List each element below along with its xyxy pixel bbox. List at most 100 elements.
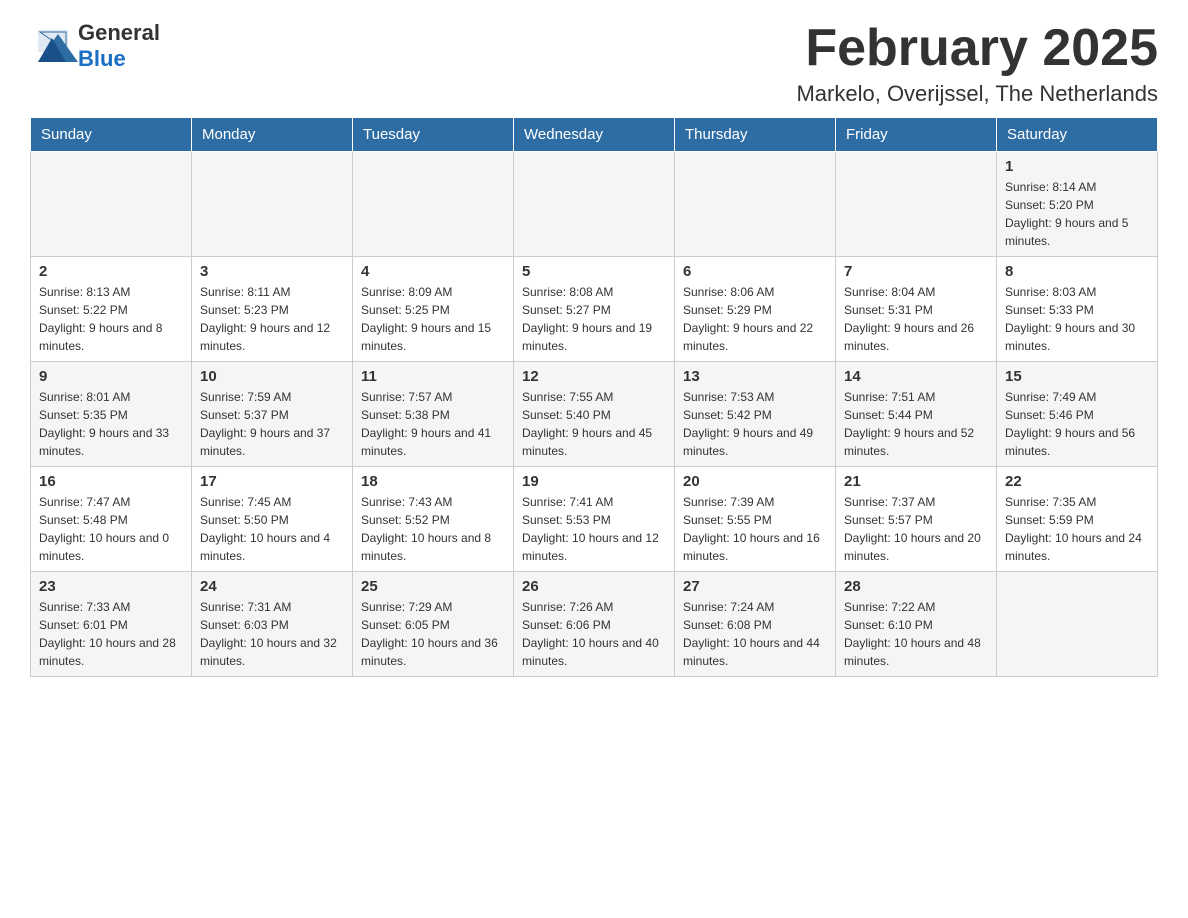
- calendar-cell: 17Sunrise: 7:45 AMSunset: 5:50 PMDayligh…: [192, 467, 353, 572]
- day-info: Sunrise: 7:26 AMSunset: 6:06 PMDaylight:…: [522, 598, 666, 670]
- calendar-cell: 4 Sunrise: 8:09 AMSunset: 5:25 PMDaylight…: [353, 257, 514, 362]
- month-title: February 2025: [796, 20, 1158, 77]
- day-of-week-header: Monday: [192, 118, 353, 152]
- day-number: 17: [200, 473, 344, 490]
- day-of-week-header: Saturday: [997, 118, 1158, 152]
- calendar-cell: 13 Sunrise: 7:53 AMSunset: 5:42 PMDayligh…: [675, 362, 836, 467]
- day-number: 9: [39, 368, 183, 385]
- day-info: Sunrise: 8:01 AMSunset: 5:35 PMDaylight:…: [39, 388, 183, 460]
- calendar-week-row: 2 Sunrise: 8:13 AMSunset: 5:22 PMDaylight…: [31, 257, 1158, 362]
- day-number: 6: [683, 263, 827, 280]
- calendar-cell: 28Sunrise: 7:22 AMSunset: 6:10 PMDayligh…: [836, 572, 997, 677]
- day-number: 8: [1005, 263, 1149, 280]
- day-info: Sunrise: 7:37 AMSunset: 5:57 PMDaylight:…: [844, 493, 988, 565]
- calendar-cell: 15 Sunrise: 7:49 AMSunset: 5:46 PMDayligh…: [997, 362, 1158, 467]
- calendar-cell: 21 Sunrise: 7:37 AMSunset: 5:57 PMDayligh…: [836, 467, 997, 572]
- day-info: Sunrise: 7:33 AMSunset: 6:01 PMDaylight:…: [39, 598, 183, 670]
- day-number: 20: [683, 473, 827, 490]
- calendar-week-row: 1 Sunrise: 8:14 AMSunset: 5:20 PMDaylight…: [31, 152, 1158, 257]
- day-of-week-header: Friday: [836, 118, 997, 152]
- day-info: Sunrise: 7:57 AMSunset: 5:38 PMDaylight:…: [361, 388, 505, 460]
- day-info: Sunrise: 8:04 AMSunset: 5:31 PMDaylight:…: [844, 283, 988, 355]
- day-number: 1: [1005, 158, 1149, 175]
- day-info: Sunrise: 8:06 AMSunset: 5:29 PMDaylight:…: [683, 283, 827, 355]
- day-info: Sunrise: 7:35 AMSunset: 5:59 PMDaylight:…: [1005, 493, 1149, 565]
- calendar-cell: 23 Sunrise: 7:33 AMSunset: 6:01 PMDayligh…: [31, 572, 192, 677]
- day-number: 2: [39, 263, 183, 280]
- day-number: 4: [361, 263, 505, 280]
- day-info: Sunrise: 7:55 AMSunset: 5:40 PMDaylight:…: [522, 388, 666, 460]
- day-info: Sunrise: 8:08 AMSunset: 5:27 PMDaylight:…: [522, 283, 666, 355]
- day-number: 15: [1005, 368, 1149, 385]
- calendar-cell: 12 Sunrise: 7:55 AMSunset: 5:40 PMDayligh…: [514, 362, 675, 467]
- day-info: Sunrise: 7:51 AMSunset: 5:44 PMDaylight:…: [844, 388, 988, 460]
- calendar-cell: 11 Sunrise: 7:57 AMSunset: 5:38 PMDayligh…: [353, 362, 514, 467]
- day-number: 7: [844, 263, 988, 280]
- calendar-cell: [192, 152, 353, 257]
- title-block: February 2025 Markelo, Overijssel, The N…: [796, 20, 1158, 107]
- calendar-cell: 27Sunrise: 7:24 AMSunset: 6:08 PMDayligh…: [675, 572, 836, 677]
- day-info: Sunrise: 7:41 AMSunset: 5:53 PMDaylight:…: [522, 493, 666, 565]
- logo-general-text: General: [78, 20, 160, 45]
- day-info: Sunrise: 7:49 AMSunset: 5:46 PMDaylight:…: [1005, 388, 1149, 460]
- calendar-cell: 24Sunrise: 7:31 AMSunset: 6:03 PMDayligh…: [192, 572, 353, 677]
- calendar-cell: 20 Sunrise: 7:39 AMSunset: 5:55 PMDayligh…: [675, 467, 836, 572]
- calendar-cell: 25 Sunrise: 7:29 AMSunset: 6:05 PMDayligh…: [353, 572, 514, 677]
- calendar-cell: [997, 572, 1158, 677]
- calendar-cell: 1 Sunrise: 8:14 AMSunset: 5:20 PMDaylight…: [997, 152, 1158, 257]
- calendar-cell: 26Sunrise: 7:26 AMSunset: 6:06 PMDayligh…: [514, 572, 675, 677]
- calendar-table: SundayMondayTuesdayWednesdayThursdayFrid…: [30, 117, 1158, 677]
- day-number: 18: [361, 473, 505, 490]
- calendar-cell: [836, 152, 997, 257]
- calendar-cell: [514, 152, 675, 257]
- day-of-week-header: Tuesday: [353, 118, 514, 152]
- day-info: Sunrise: 7:47 AMSunset: 5:48 PMDaylight:…: [39, 493, 183, 565]
- day-number: 21: [844, 473, 988, 490]
- day-of-week-header: Sunday: [31, 118, 192, 152]
- day-info: Sunrise: 7:43 AMSunset: 5:52 PMDaylight:…: [361, 493, 505, 565]
- calendar-cell: [675, 152, 836, 257]
- logo-blue-text: Blue: [78, 46, 126, 71]
- day-info: Sunrise: 7:53 AMSunset: 5:42 PMDaylight:…: [683, 388, 827, 460]
- calendar-cell: 5Sunrise: 8:08 AMSunset: 5:27 PMDaylight…: [514, 257, 675, 362]
- day-info: Sunrise: 8:09 AMSunset: 5:25 PMDaylight:…: [361, 283, 505, 355]
- day-number: 12: [522, 368, 666, 385]
- calendar-week-row: 23 Sunrise: 7:33 AMSunset: 6:01 PMDayligh…: [31, 572, 1158, 677]
- calendar-cell: 8 Sunrise: 8:03 AMSunset: 5:33 PMDaylight…: [997, 257, 1158, 362]
- day-number: 14: [844, 368, 988, 385]
- calendar-cell: 19 Sunrise: 7:41 AMSunset: 5:53 PMDayligh…: [514, 467, 675, 572]
- calendar-week-row: 9 Sunrise: 8:01 AMSunset: 5:35 PMDaylight…: [31, 362, 1158, 467]
- calendar-header-row: SundayMondayTuesdayWednesdayThursdayFrid…: [31, 118, 1158, 152]
- logo-icon: [30, 24, 78, 68]
- calendar-cell: 9 Sunrise: 8:01 AMSunset: 5:35 PMDaylight…: [31, 362, 192, 467]
- logo: General Blue: [30, 20, 160, 72]
- day-info: Sunrise: 8:14 AMSunset: 5:20 PMDaylight:…: [1005, 178, 1149, 250]
- day-of-week-header: Thursday: [675, 118, 836, 152]
- day-number: 3: [200, 263, 344, 280]
- day-number: 16: [39, 473, 183, 490]
- day-of-week-header: Wednesday: [514, 118, 675, 152]
- day-number: 23: [39, 578, 183, 595]
- calendar-cell: 18 Sunrise: 7:43 AMSunset: 5:52 PMDayligh…: [353, 467, 514, 572]
- calendar-cell: 7 Sunrise: 8:04 AMSunset: 5:31 PMDaylight…: [836, 257, 997, 362]
- day-number: 13: [683, 368, 827, 385]
- day-info: Sunrise: 8:03 AMSunset: 5:33 PMDaylight:…: [1005, 283, 1149, 355]
- calendar-cell: [31, 152, 192, 257]
- day-info: Sunrise: 7:29 AMSunset: 6:05 PMDaylight:…: [361, 598, 505, 670]
- calendar-cell: 10 Sunrise: 7:59 AMSunset: 5:37 PMDayligh…: [192, 362, 353, 467]
- calendar-cell: 22Sunrise: 7:35 AMSunset: 5:59 PMDayligh…: [997, 467, 1158, 572]
- calendar-cell: 3Sunrise: 8:11 AMSunset: 5:23 PMDaylight…: [192, 257, 353, 362]
- location-title: Markelo, Overijssel, The Netherlands: [796, 81, 1158, 107]
- calendar-cell: [353, 152, 514, 257]
- page-header: General Blue February 2025 Markelo, Over…: [30, 20, 1158, 107]
- calendar-week-row: 16 Sunrise: 7:47 AMSunset: 5:48 PMDayligh…: [31, 467, 1158, 572]
- calendar-cell: 14 Sunrise: 7:51 AMSunset: 5:44 PMDayligh…: [836, 362, 997, 467]
- day-number: 10: [200, 368, 344, 385]
- day-number: 19: [522, 473, 666, 490]
- day-info: Sunrise: 7:59 AMSunset: 5:37 PMDaylight:…: [200, 388, 344, 460]
- day-number: 25: [361, 578, 505, 595]
- calendar-cell: 16 Sunrise: 7:47 AMSunset: 5:48 PMDayligh…: [31, 467, 192, 572]
- day-number: 11: [361, 368, 505, 385]
- day-info: Sunrise: 7:39 AMSunset: 5:55 PMDaylight:…: [683, 493, 827, 565]
- day-info: Sunrise: 8:13 AMSunset: 5:22 PMDaylight:…: [39, 283, 183, 355]
